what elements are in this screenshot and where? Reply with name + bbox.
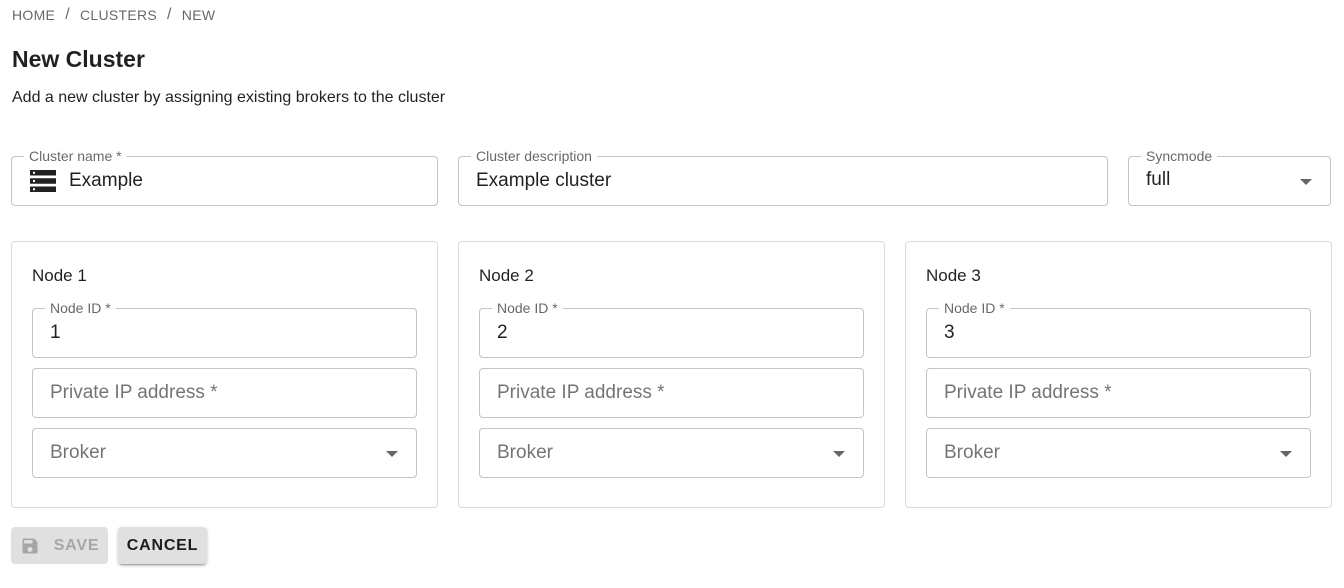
breadcrumb-clusters[interactable]: CLUSTERS: [80, 7, 157, 23]
node-card-1: Node 1 Node ID * 1 Private IP address * …: [11, 241, 438, 508]
cluster-name-label: Cluster name *: [24, 148, 127, 164]
breadcrumb-home[interactable]: HOME: [12, 7, 55, 23]
save-button-label: Save: [53, 536, 100, 554]
breadcrumb-new: NEW: [181, 7, 216, 23]
broker-placeholder: Broker: [944, 442, 1000, 463]
syncmode-select[interactable]: Syncmode full: [1128, 148, 1331, 206]
page-subtitle: Add a new cluster by assigning existing …: [12, 89, 446, 106]
node-card-title: Node 1: [32, 266, 87, 285]
node-id-input[interactable]: 1: [50, 322, 61, 344]
breadcrumb-separator: /: [167, 6, 172, 23]
node-card-3: Node 3 Node ID * 3 Private IP address * …: [905, 241, 1332, 508]
node-id-label: Node ID *: [492, 300, 563, 316]
chevron-down-icon: [1280, 451, 1292, 457]
cancel-button[interactable]: Cancel: [118, 527, 207, 564]
cluster-description-input[interactable]: Example cluster: [476, 170, 611, 192]
node-card-title: Node 3: [926, 266, 981, 285]
private-ip-placeholder: Private IP address *: [497, 382, 665, 403]
page-title: New Cluster: [12, 46, 145, 72]
save-icon: [22, 538, 38, 553]
broker-select[interactable]: Broker: [32, 428, 417, 478]
chevron-down-icon: [833, 451, 845, 457]
cancel-button-label: Cancel: [126, 536, 199, 554]
cluster-description-field[interactable]: Cluster description Example cluster: [458, 148, 1108, 206]
node-id-input[interactable]: 3: [944, 322, 955, 344]
chevron-down-icon: [386, 451, 398, 457]
broker-placeholder: Broker: [497, 442, 553, 463]
broker-select[interactable]: Broker: [926, 428, 1311, 478]
private-ip-field[interactable]: Private IP address *: [926, 368, 1311, 418]
syncmode-value: full: [1146, 169, 1171, 190]
private-ip-field[interactable]: Private IP address *: [32, 368, 417, 418]
cluster-name-input[interactable]: Example: [69, 170, 143, 192]
node-id-label: Node ID *: [939, 300, 1010, 316]
node-id-input[interactable]: 2: [497, 322, 508, 344]
node-id-label: Node ID *: [45, 300, 116, 316]
new-cluster-page: HOME / CLUSTERS / NEW New Cluster Add a …: [0, 0, 1344, 588]
chevron-down-icon: [1300, 179, 1312, 185]
node-card-2: Node 2 Node ID * 2 Private IP address * …: [458, 241, 885, 508]
broker-select[interactable]: Broker: [479, 428, 864, 478]
cluster-name-field[interactable]: Cluster name * Example: [11, 148, 438, 206]
save-button[interactable]: Save: [11, 527, 108, 564]
breadcrumb-separator: /: [65, 6, 70, 23]
private-ip-placeholder: Private IP address *: [50, 382, 218, 403]
cluster-description-label: Cluster description: [471, 148, 597, 164]
node-id-field[interactable]: Node ID * 2: [479, 300, 864, 358]
private-ip-field[interactable]: Private IP address *: [479, 368, 864, 418]
private-ip-placeholder: Private IP address *: [944, 382, 1112, 403]
syncmode-label: Syncmode: [1141, 148, 1218, 164]
server-icon: [30, 170, 56, 192]
node-card-title: Node 2: [479, 266, 534, 285]
broker-placeholder: Broker: [50, 442, 106, 463]
breadcrumb: HOME / CLUSTERS / NEW: [12, 6, 215, 24]
node-id-field[interactable]: Node ID * 1: [32, 300, 417, 358]
node-id-field[interactable]: Node ID * 3: [926, 300, 1311, 358]
